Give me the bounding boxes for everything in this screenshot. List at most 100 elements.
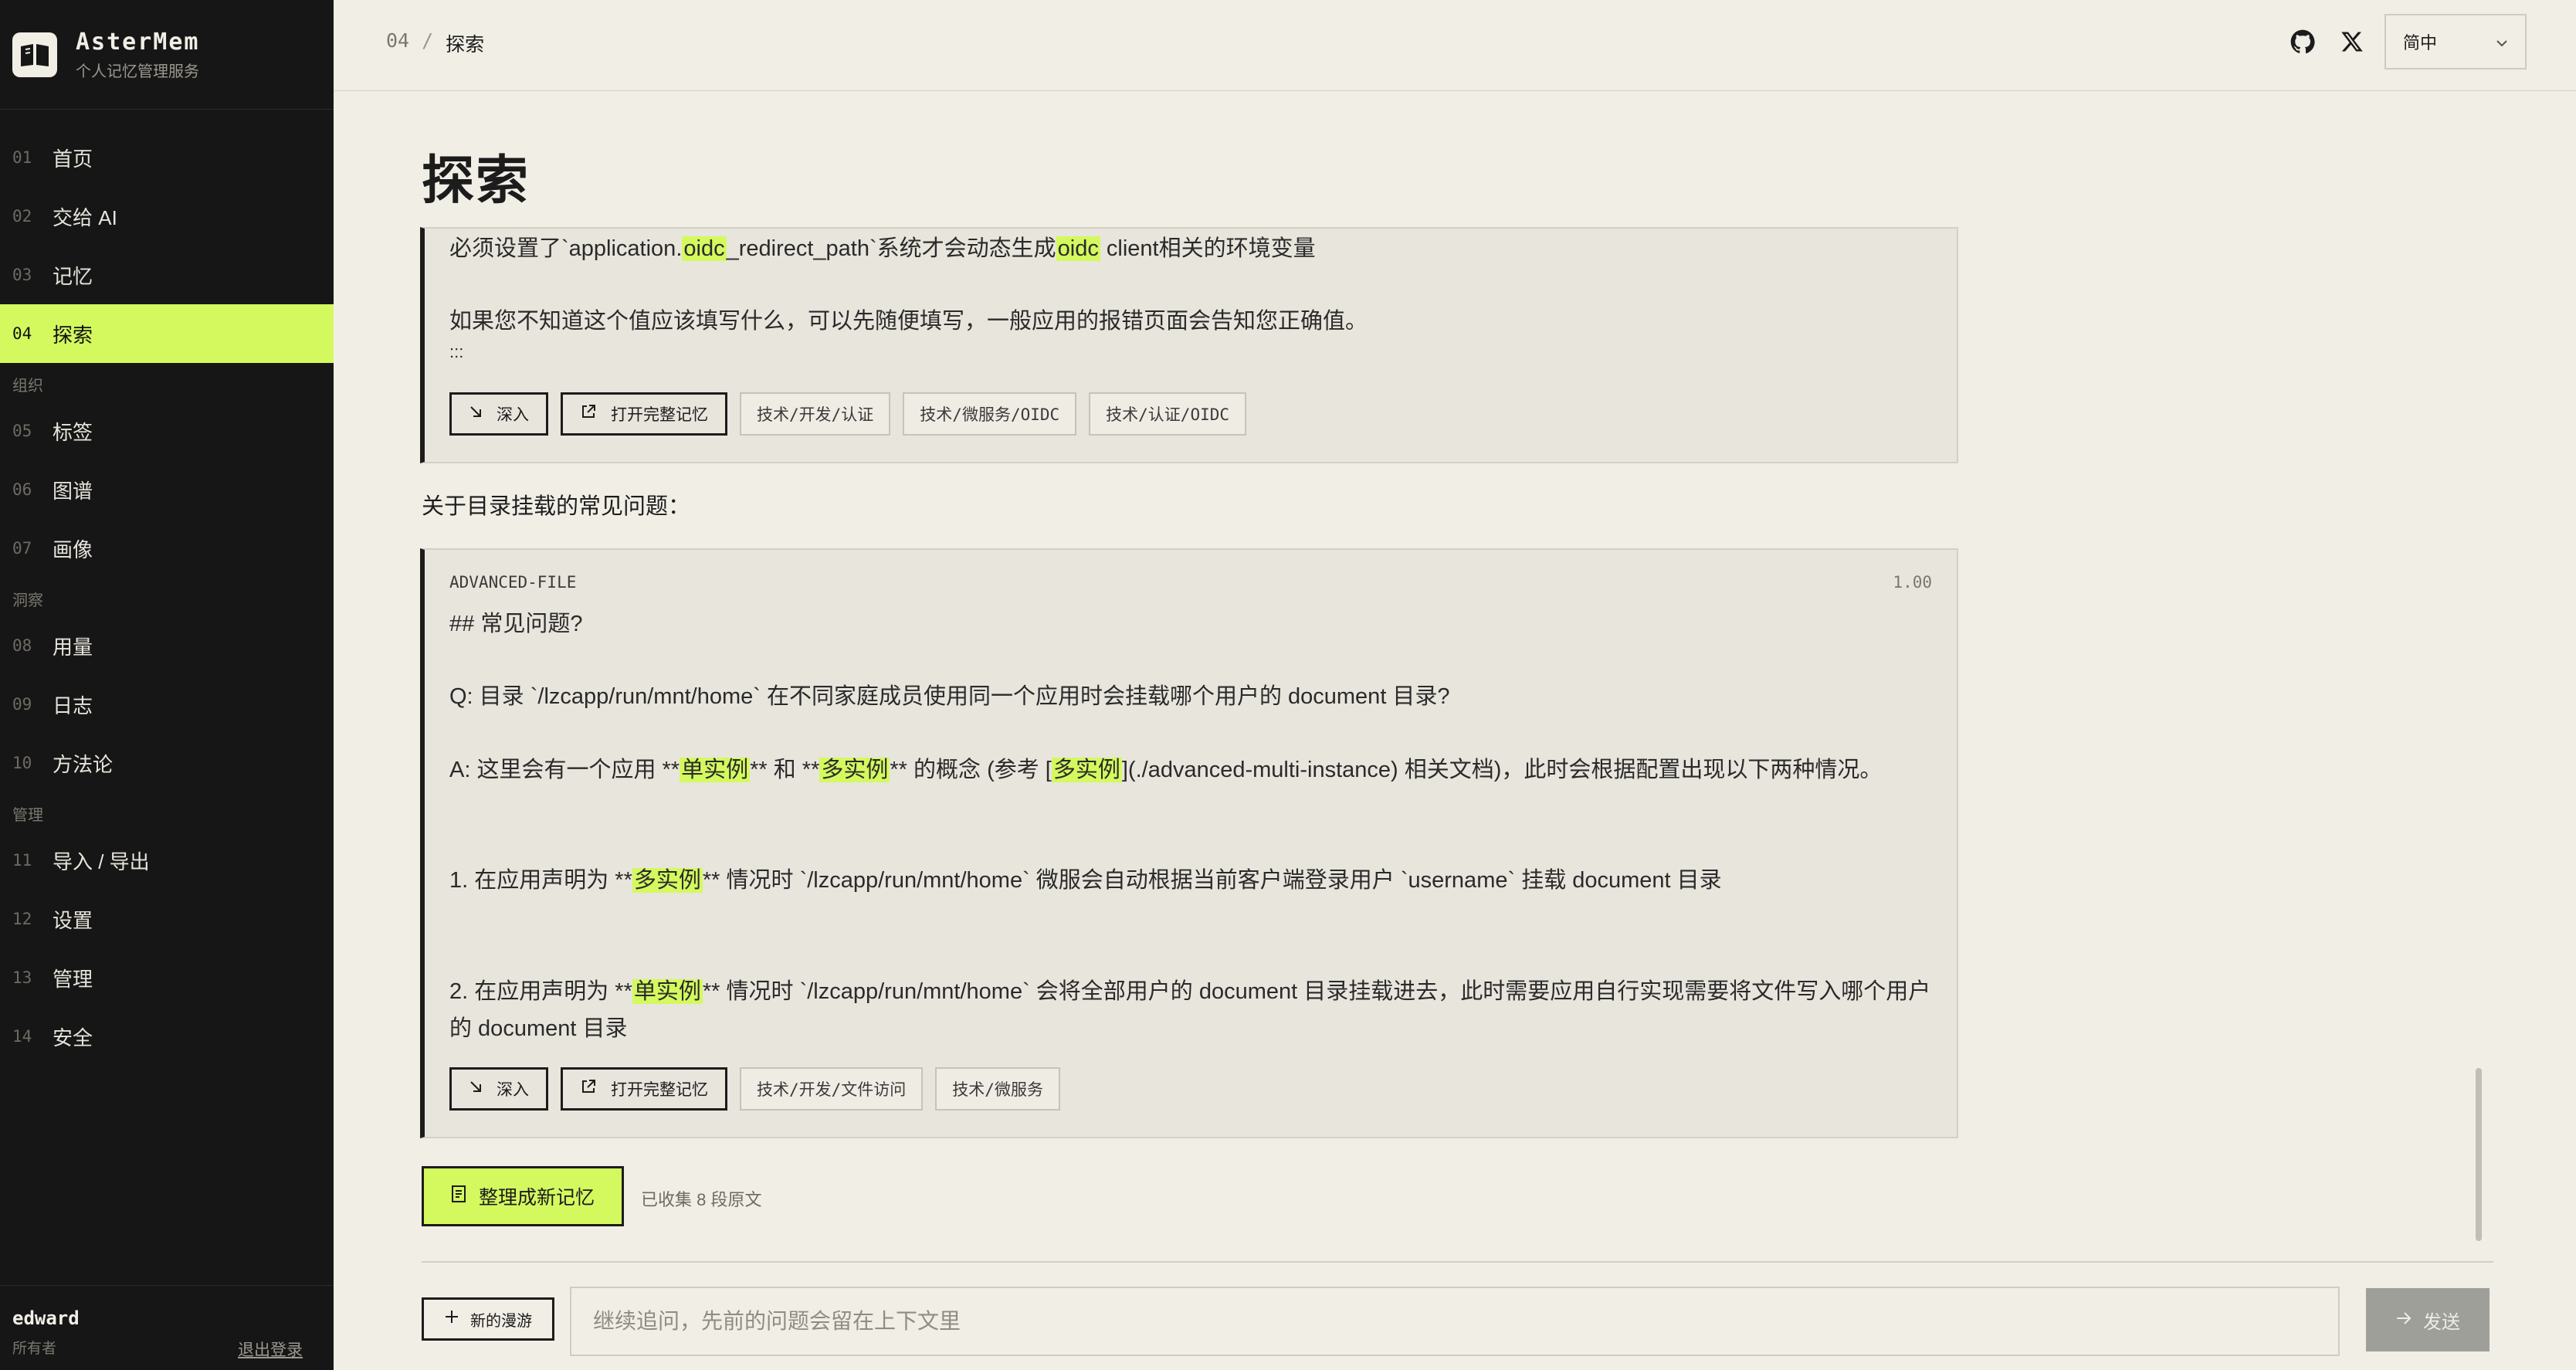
tag-chip[interactable]: 技术/认证/OIDC [1089,392,1247,436]
top-actions: 简中 [2286,14,2576,70]
card-text-line: 如果您不知道这个值应该填写什么，可以先随便填写，一般应用的报错页面会告知您正确值… [449,309,1368,334]
external-link-icon [580,1078,597,1100]
nav-num: 04 [12,324,32,343]
sidebar-item-graph[interactable]: 06 图谱 [0,460,334,519]
nav-num: 05 [12,422,32,440]
nav-label: 设置 [53,908,93,932]
card-actions: 深入 打开完整记忆 技术/开发/文件访问 技术/微服务 [449,1067,1060,1111]
nav-num: 10 [12,754,32,772]
breadcrumb-current: 探索 [446,34,485,56]
send-button[interactable]: 发送 [2366,1288,2490,1351]
scrollbar-thumb[interactable] [2476,1068,2482,1241]
sidebar-item-admin[interactable]: 13 管理 [0,948,334,1007]
language-select[interactable]: 简中 [2384,14,2527,70]
nav-num: 11 [12,851,32,870]
nav-num: 14 [12,1027,32,1046]
nav-num: 01 [12,148,32,167]
sidebar-item-usage[interactable]: 08 用量 [0,616,334,675]
compile-memory-button[interactable]: 整理成新记忆 [422,1166,624,1226]
nav-num: 07 [12,539,32,558]
dive-button[interactable]: 深入 [449,1067,548,1111]
book-logo-icon [12,32,57,77]
card-actions: 深入 打开完整记忆 技术/开发/认证 技术/微服务/OIDC 技术/认证/OID… [449,392,1247,436]
sidebar-nav: 01 首页 02 交给 AI 03 记忆 04 探索 组织 05 标签 06 图谱 07 画像… [0,128,334,1066]
nav-num: 03 [12,266,32,284]
highlight: 多实例 [632,868,703,893]
nav-label: 管理 [53,967,93,991]
nav-group-admin: 管理 [12,807,43,824]
sidebar-item-logs[interactable]: 09 日志 [0,675,334,734]
nav-num: 06 [12,480,32,499]
language-value: 简中 [2403,33,2438,53]
nav-label: 记忆 [53,264,93,288]
card-source: ADVANCED-FILE [449,573,577,592]
new-tour-button[interactable]: 新的漫游 [422,1297,554,1341]
highlight: oidc [682,236,727,261]
nav-label: 用量 [53,635,93,659]
tag-chip[interactable]: 技术/微服务 [935,1067,1060,1111]
open-full-memory-button[interactable]: 打开完整记忆 [561,392,727,436]
divider [422,1261,2493,1263]
nav-num: 02 [12,207,32,226]
sidebar-item-tags[interactable]: 05 标签 [0,402,334,460]
nav-label: 图谱 [53,479,93,503]
username: edward [12,1307,80,1329]
sidebar-item-settings[interactable]: 12 设置 [0,890,334,948]
logout-link[interactable]: 退出登录 [238,1338,303,1361]
highlight: 多实例 [819,758,890,782]
sidebar-item-profile[interactable]: 07 画像 [0,519,334,578]
external-link-icon [580,403,597,425]
brand-subtitle: 个人记忆管理服务 [76,63,199,80]
nav-label: 导入 / 导出 [53,849,150,873]
sidebar-item-memory[interactable]: 03 记忆 [0,246,334,304]
page-title: 探索 [422,151,530,210]
nav-label: 探索 [53,323,93,347]
breadcrumb-separator: / [422,29,434,52]
card-text-line: ## 常见问题? [449,612,583,636]
sidebar-item-explore[interactable]: 04 探索 [0,304,334,363]
nav-label: 方法论 [53,752,114,776]
relevance-score: 1.00 [1893,573,1932,592]
nav-label: 首页 [53,147,93,171]
nav-label: 画像 [53,537,93,561]
card-text-line: A: 这里会有一个应用 **单实例** 和 **多实例** 的概念 (参考 [多… [449,758,1883,782]
main-content: 探索 必须设置了`application.oidc_redirect_path`… [334,91,2576,1370]
sidebar-item-security[interactable]: 14 安全 [0,1007,334,1066]
nav-group-org: 组织 [12,378,43,395]
nav-group-insight: 洞察 [12,592,43,609]
brand[interactable]: AsterMem 个人记忆管理服务 [0,0,334,110]
document-icon [451,1185,466,1209]
brand-name: AsterMem [76,28,200,56]
sidebar-item-methodology[interactable]: 10 方法论 [0,734,334,792]
nav-num: 13 [12,968,32,987]
card-header: ADVANCED-FILE 1.00 [449,573,1932,592]
arrow-down-right-icon [469,1080,483,1098]
card-text-line: 2. 在应用声明为 **单实例** 情况时 `/lzcapp/run/mnt/h… [449,979,1931,1041]
nav-label: 日志 [53,693,93,717]
collected-count: 已收集 8 段原文 [641,1190,762,1209]
nav-num: 12 [12,910,32,928]
sidebar-item-ai[interactable]: 02 交给 AI [0,187,334,246]
tag-chip[interactable]: 技术/开发/文件访问 [740,1067,924,1111]
dive-button[interactable]: 深入 [449,392,548,436]
nav-num: 09 [12,695,32,714]
section-label: 关于目录挂载的常见问题： [422,494,691,519]
card-text-line: 必须设置了`application.oidc_redirect_path`系统才… [449,236,1316,261]
sidebar-item-home[interactable]: 01 首页 [0,128,334,187]
tag-chip[interactable]: 技术/开发/认证 [740,392,891,436]
x-twitter-icon[interactable] [2335,25,2369,59]
memory-card: 必须设置了`application.oidc_redirect_path`系统才… [420,227,1958,463]
card-text-line: ::: [449,342,464,361]
sidebar: AsterMem 个人记忆管理服务 01 首页 02 交给 AI 03 记忆 04 探索… [0,0,334,1370]
nav-label: 标签 [53,420,93,444]
tag-chip[interactable]: 技术/微服务/OIDC [903,392,1077,436]
github-icon[interactable] [2286,25,2320,59]
card-text-line: 1. 在应用声明为 **多实例** 情况时 `/lzcapp/run/mnt/h… [449,868,1722,893]
follow-up-input[interactable] [570,1287,2340,1356]
sidebar-item-import-export[interactable]: 11 导入 / 导出 [0,831,334,890]
topbar: 04 / 探索 简中 [334,0,2576,91]
highlight: oidc [1056,236,1100,261]
open-full-memory-button[interactable]: 打开完整记忆 [561,1067,727,1111]
card-text-line: Q: 目录 `/lzcapp/run/mnt/home` 在不同家庭成员使用同一… [449,684,1450,709]
memory-card: ADVANCED-FILE 1.00 ## 常见问题? Q: 目录 `/lzca… [420,548,1958,1138]
